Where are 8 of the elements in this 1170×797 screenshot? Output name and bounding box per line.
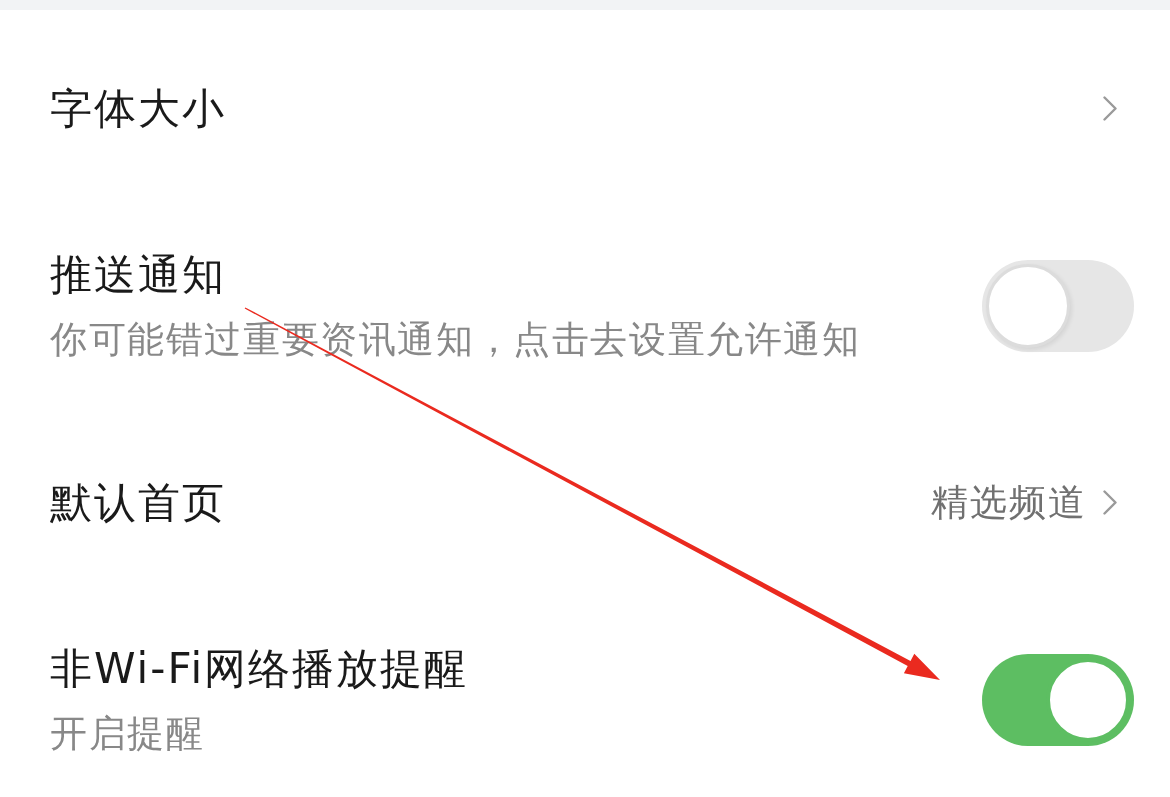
setting-title: 非Wi-Fi网络播放提醒: [50, 642, 469, 695]
setting-description: 开启提醒: [50, 710, 205, 757]
setting-title: 字体大小: [50, 82, 226, 135]
setting-value[interactable]: 精选频道: [931, 479, 1087, 526]
setting-title: 默认首页: [50, 476, 226, 529]
chevron-right-icon: [1103, 96, 1117, 121]
chevron-right-icon: [1103, 490, 1117, 515]
setting-title: 推送通知: [50, 248, 226, 301]
